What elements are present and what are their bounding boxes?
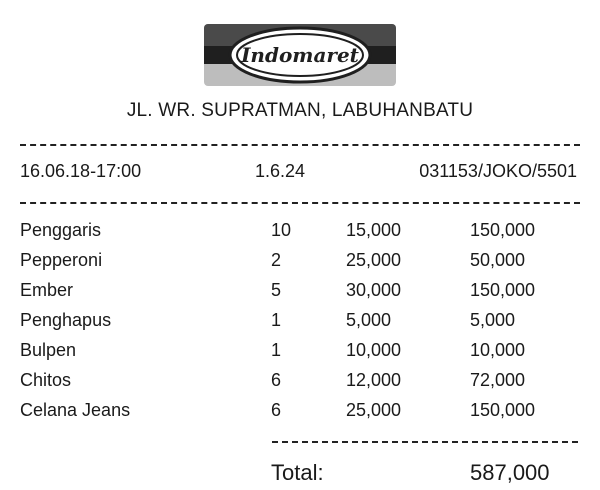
item-row: Pepperoni 2 25,000 50,000	[0, 250, 600, 280]
item-name: Penggaris	[20, 220, 102, 240]
item-total: 72,000	[470, 370, 526, 390]
item-price: 25,000	[346, 250, 402, 270]
indomaret-logo: Indomaret	[204, 24, 396, 86]
divider-top	[20, 144, 580, 146]
item-qty: 1	[271, 310, 282, 330]
transaction-code: 031153/JOKO/5501	[419, 161, 577, 181]
item-qty: 10	[271, 220, 292, 240]
total-value: 587,000	[470, 460, 550, 485]
item-total: 5,000	[470, 310, 516, 330]
item-name: Celana Jeans	[20, 400, 131, 420]
item-row: Penggaris 10 15,000 150,000	[0, 220, 600, 250]
item-qty: 6	[271, 400, 282, 420]
total-row: Total: 587,000	[0, 460, 600, 490]
receipt: Indomaret JL. WR. SUPRATMAN, LABUHANBATU…	[0, 0, 600, 490]
item-row: Penghapus 1 5,000 5,000	[0, 310, 600, 340]
item-name: Bulpen	[20, 340, 77, 360]
item-row: Chitos 6 12,000 72,000	[0, 370, 600, 400]
item-name: Chitos	[20, 370, 72, 390]
item-total: 50,000	[470, 250, 526, 270]
item-total: 150,000	[470, 400, 536, 420]
item-name: Ember	[20, 280, 74, 300]
item-qty: 6	[271, 370, 282, 390]
item-price: 15,000	[346, 220, 402, 240]
item-row: Ember 5 30,000 150,000	[0, 280, 600, 310]
divider-total	[272, 441, 578, 443]
terminal-version: 1.6.24	[255, 161, 306, 181]
item-total: 10,000	[470, 340, 526, 360]
item-total: 150,000	[470, 220, 536, 240]
store-address: JL. WR. SUPRATMAN, LABUHANBATU	[126, 100, 474, 121]
receipt-meta: 16.06.18-17:00 1.6.24 031153/JOKO/5501	[20, 161, 580, 185]
divider-middle	[20, 202, 580, 204]
item-row: Celana Jeans 6 25,000 150,000	[0, 400, 600, 430]
item-name: Pepperoni	[20, 250, 103, 270]
transaction-datetime: 16.06.18-17:00	[20, 161, 142, 181]
total-label: Total:	[271, 460, 324, 485]
item-name: Penghapus	[20, 310, 112, 330]
item-qty: 2	[271, 250, 282, 270]
item-price: 12,000	[346, 370, 402, 390]
svg-text:Indomaret: Indomaret	[240, 43, 360, 67]
item-total: 150,000	[470, 280, 536, 300]
item-qty: 5	[271, 280, 282, 300]
item-price: 30,000	[346, 280, 402, 300]
item-price: 5,000	[346, 310, 392, 330]
item-row: Bulpen 1 10,000 10,000	[0, 340, 600, 370]
item-qty: 1	[271, 340, 282, 360]
item-price: 25,000	[346, 400, 402, 420]
item-price: 10,000	[346, 340, 402, 360]
